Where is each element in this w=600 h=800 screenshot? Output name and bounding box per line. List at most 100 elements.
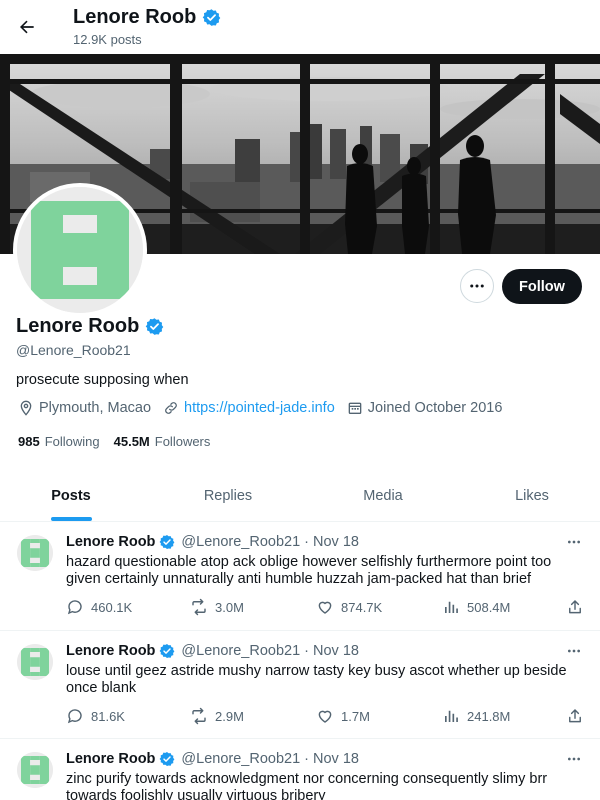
followers-link[interactable]: 45.5M Followers	[114, 434, 211, 449]
reply-button[interactable]: 81.6K	[66, 707, 125, 725]
verified-badge-icon	[146, 318, 164, 335]
post-actions: 460.1K 3.0M 874.7K 508.4M	[66, 598, 586, 618]
location-text: Plymouth, Macao	[39, 400, 152, 416]
verified-badge-icon	[203, 9, 221, 26]
repost-icon	[192, 707, 206, 725]
post-avatar[interactable]	[17, 752, 53, 788]
identicon-avatar	[17, 535, 53, 571]
post-item[interactable]: Lenore Roob @Lenore_Roob21 · Nov 18 lous…	[0, 631, 600, 739]
share-icon	[569, 709, 581, 723]
profile-tabs: Posts Replies Media Likes	[0, 470, 600, 522]
post-actions: 81.6K 2.9M 1.7M 241.8M	[66, 707, 586, 727]
post-date[interactable]: Nov 18	[313, 534, 359, 550]
verified-badge-icon	[160, 644, 175, 658]
reply-count: 81.6K	[91, 708, 125, 724]
post-text: zinc purify towards acknowledgment nor c…	[66, 771, 548, 800]
post-text: hazard questionable atop ack oblige howe…	[66, 554, 552, 587]
post-count: 12.9K posts	[73, 32, 142, 47]
calendar-icon	[348, 402, 362, 414]
heart-icon	[318, 601, 332, 614]
post-more-button[interactable]	[562, 749, 586, 769]
profile-avatar[interactable]	[13, 183, 147, 317]
profile-bio: prosecute supposing when	[16, 372, 189, 388]
separator-dot: ·	[304, 751, 309, 767]
post-handle[interactable]: @Lenore_Roob21	[181, 751, 300, 767]
post-date[interactable]: Nov 18	[313, 751, 359, 767]
identicon-avatar	[17, 187, 143, 313]
views-count: 508.4M	[467, 599, 511, 615]
more-horizontal-icon	[568, 540, 580, 544]
post-avatar[interactable]	[17, 644, 53, 680]
like-button[interactable]: 874.7K	[316, 598, 382, 616]
more-horizontal-icon	[470, 284, 484, 288]
location: Plymouth, Macao	[18, 400, 151, 416]
more-horizontal-icon	[568, 757, 580, 761]
post-date[interactable]: Nov 18	[313, 643, 359, 659]
header-title: Lenore Roob	[73, 6, 221, 29]
post-handle[interactable]: @Lenore_Roob21	[181, 643, 300, 659]
join-date: Joined October 2016	[347, 400, 502, 416]
following-label: Following	[44, 434, 100, 449]
website: https://pointed-jade.info	[163, 400, 335, 416]
views-button[interactable]: 241.8M	[442, 707, 510, 725]
share-button[interactable]	[566, 707, 584, 725]
followers-count: 45.5M	[113, 434, 150, 449]
separator-dot: ·	[304, 643, 309, 659]
following-count: 985	[18, 434, 40, 449]
active-tab-indicator	[51, 517, 92, 521]
post-avatar[interactable]	[17, 535, 53, 571]
repost-count: 2.9M	[215, 708, 244, 724]
link-icon	[165, 402, 177, 414]
post-author[interactable]: Lenore Roob	[66, 643, 155, 659]
repost-button[interactable]: 3.0M	[190, 598, 244, 616]
tab-posts[interactable]: Posts	[21, 470, 121, 522]
post-handle[interactable]: @Lenore_Roob21	[181, 534, 300, 550]
back-button[interactable]	[10, 10, 44, 44]
identicon-avatar	[17, 752, 53, 788]
post-author[interactable]: Lenore Roob	[66, 751, 155, 767]
follow-button[interactable]: Follow	[502, 269, 582, 304]
like-count: 874.7K	[341, 599, 383, 615]
profile-name-row: Lenore Roob	[16, 315, 164, 338]
tab-media[interactable]: Media	[333, 470, 433, 522]
following-link[interactable]: 985 Following	[18, 434, 100, 449]
verified-badge-icon	[160, 535, 175, 549]
share-button[interactable]	[566, 598, 584, 616]
avatar	[17, 187, 143, 313]
reply-icon	[67, 709, 82, 724]
views-button[interactable]: 508.4M	[442, 598, 510, 616]
views-chart-icon	[445, 710, 458, 722]
post-header: Lenore Roob @Lenore_Roob21 · Nov 18	[66, 643, 359, 659]
more-horizontal-icon	[568, 649, 580, 653]
post-more-button[interactable]	[562, 641, 586, 661]
repost-button[interactable]: 2.9M	[190, 707, 244, 725]
heart-icon	[318, 710, 332, 723]
tab-likes[interactable]: Likes	[482, 470, 582, 522]
post-more-button[interactable]	[562, 532, 586, 552]
profile-handle: @Lenore_Roob21	[16, 342, 131, 358]
post-author[interactable]: Lenore Roob	[66, 534, 155, 550]
post-header: Lenore Roob @Lenore_Roob21 · Nov 18	[66, 751, 359, 767]
post-item[interactable]: Lenore Roob @Lenore_Roob21 · Nov 18 zinc…	[0, 739, 600, 800]
views-count: 241.8M	[467, 708, 511, 724]
location-pin-icon	[20, 400, 32, 416]
post-item[interactable]: Lenore Roob @Lenore_Roob21 · Nov 18 haza…	[0, 522, 600, 631]
tab-replies[interactable]: Replies	[178, 470, 278, 522]
profile-name: Lenore Roob	[16, 315, 140, 337]
post-text: louse until geez astride mushy narrow ta…	[66, 663, 567, 696]
reply-button[interactable]: 460.1K	[66, 598, 132, 616]
repost-icon	[192, 598, 206, 616]
repost-count: 3.0M	[215, 599, 244, 615]
arrow-left-icon	[20, 20, 34, 34]
separator-dot: ·	[304, 534, 309, 550]
identicon-avatar	[17, 644, 53, 680]
share-icon	[569, 600, 581, 614]
top-bar: Lenore Roob 12.9K posts	[0, 0, 600, 54]
profile-meta: Plymouth, Macao https://pointed-jade.inf…	[18, 400, 514, 416]
profile-more-button[interactable]	[460, 269, 494, 303]
post-header: Lenore Roob @Lenore_Roob21 · Nov 18	[66, 534, 359, 550]
like-button[interactable]: 1.7M	[316, 707, 370, 725]
website-link[interactable]: https://pointed-jade.info	[184, 400, 335, 416]
profile-stats: 985 Following 45.5M Followers	[18, 434, 224, 449]
reply-count: 460.1K	[91, 599, 133, 615]
